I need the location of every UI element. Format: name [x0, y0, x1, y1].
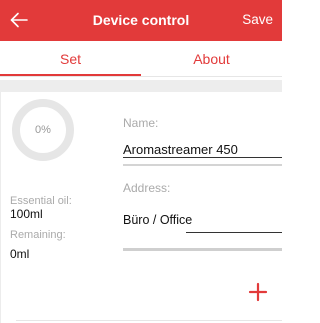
left-border	[0, 92, 1, 323]
oil-level-gauge: 0%	[11, 98, 75, 162]
bottom-divider	[16, 320, 282, 321]
remaining-label: Remaining:	[10, 229, 66, 241]
name-underline	[123, 157, 282, 158]
name-divider	[123, 164, 282, 166]
oil-level-percent: 0%	[35, 124, 51, 136]
tabs-divider	[0, 76, 282, 77]
section-separator	[0, 80, 282, 92]
page-title: Device control	[92, 12, 190, 28]
plus-icon	[248, 282, 268, 302]
tab-set[interactable]: Set	[0, 41, 141, 76]
name-label: Name:	[123, 116, 159, 130]
essential-oil-label: Essential oil:	[10, 195, 72, 207]
name-input[interactable]	[123, 136, 282, 162]
address-underline	[186, 232, 282, 233]
address-input[interactable]	[123, 209, 282, 231]
add-button[interactable]	[248, 282, 268, 302]
save-button[interactable]: Save	[242, 12, 273, 27]
app-header: Device control Save	[0, 0, 282, 41]
address-divider	[123, 248, 282, 251]
tab-bar: Set About	[0, 41, 282, 76]
essential-oil-value: 100ml	[10, 207, 43, 221]
remaining-value: 0ml	[10, 247, 30, 261]
tab-about[interactable]: About	[141, 41, 282, 76]
address-label: Address:	[123, 181, 171, 195]
